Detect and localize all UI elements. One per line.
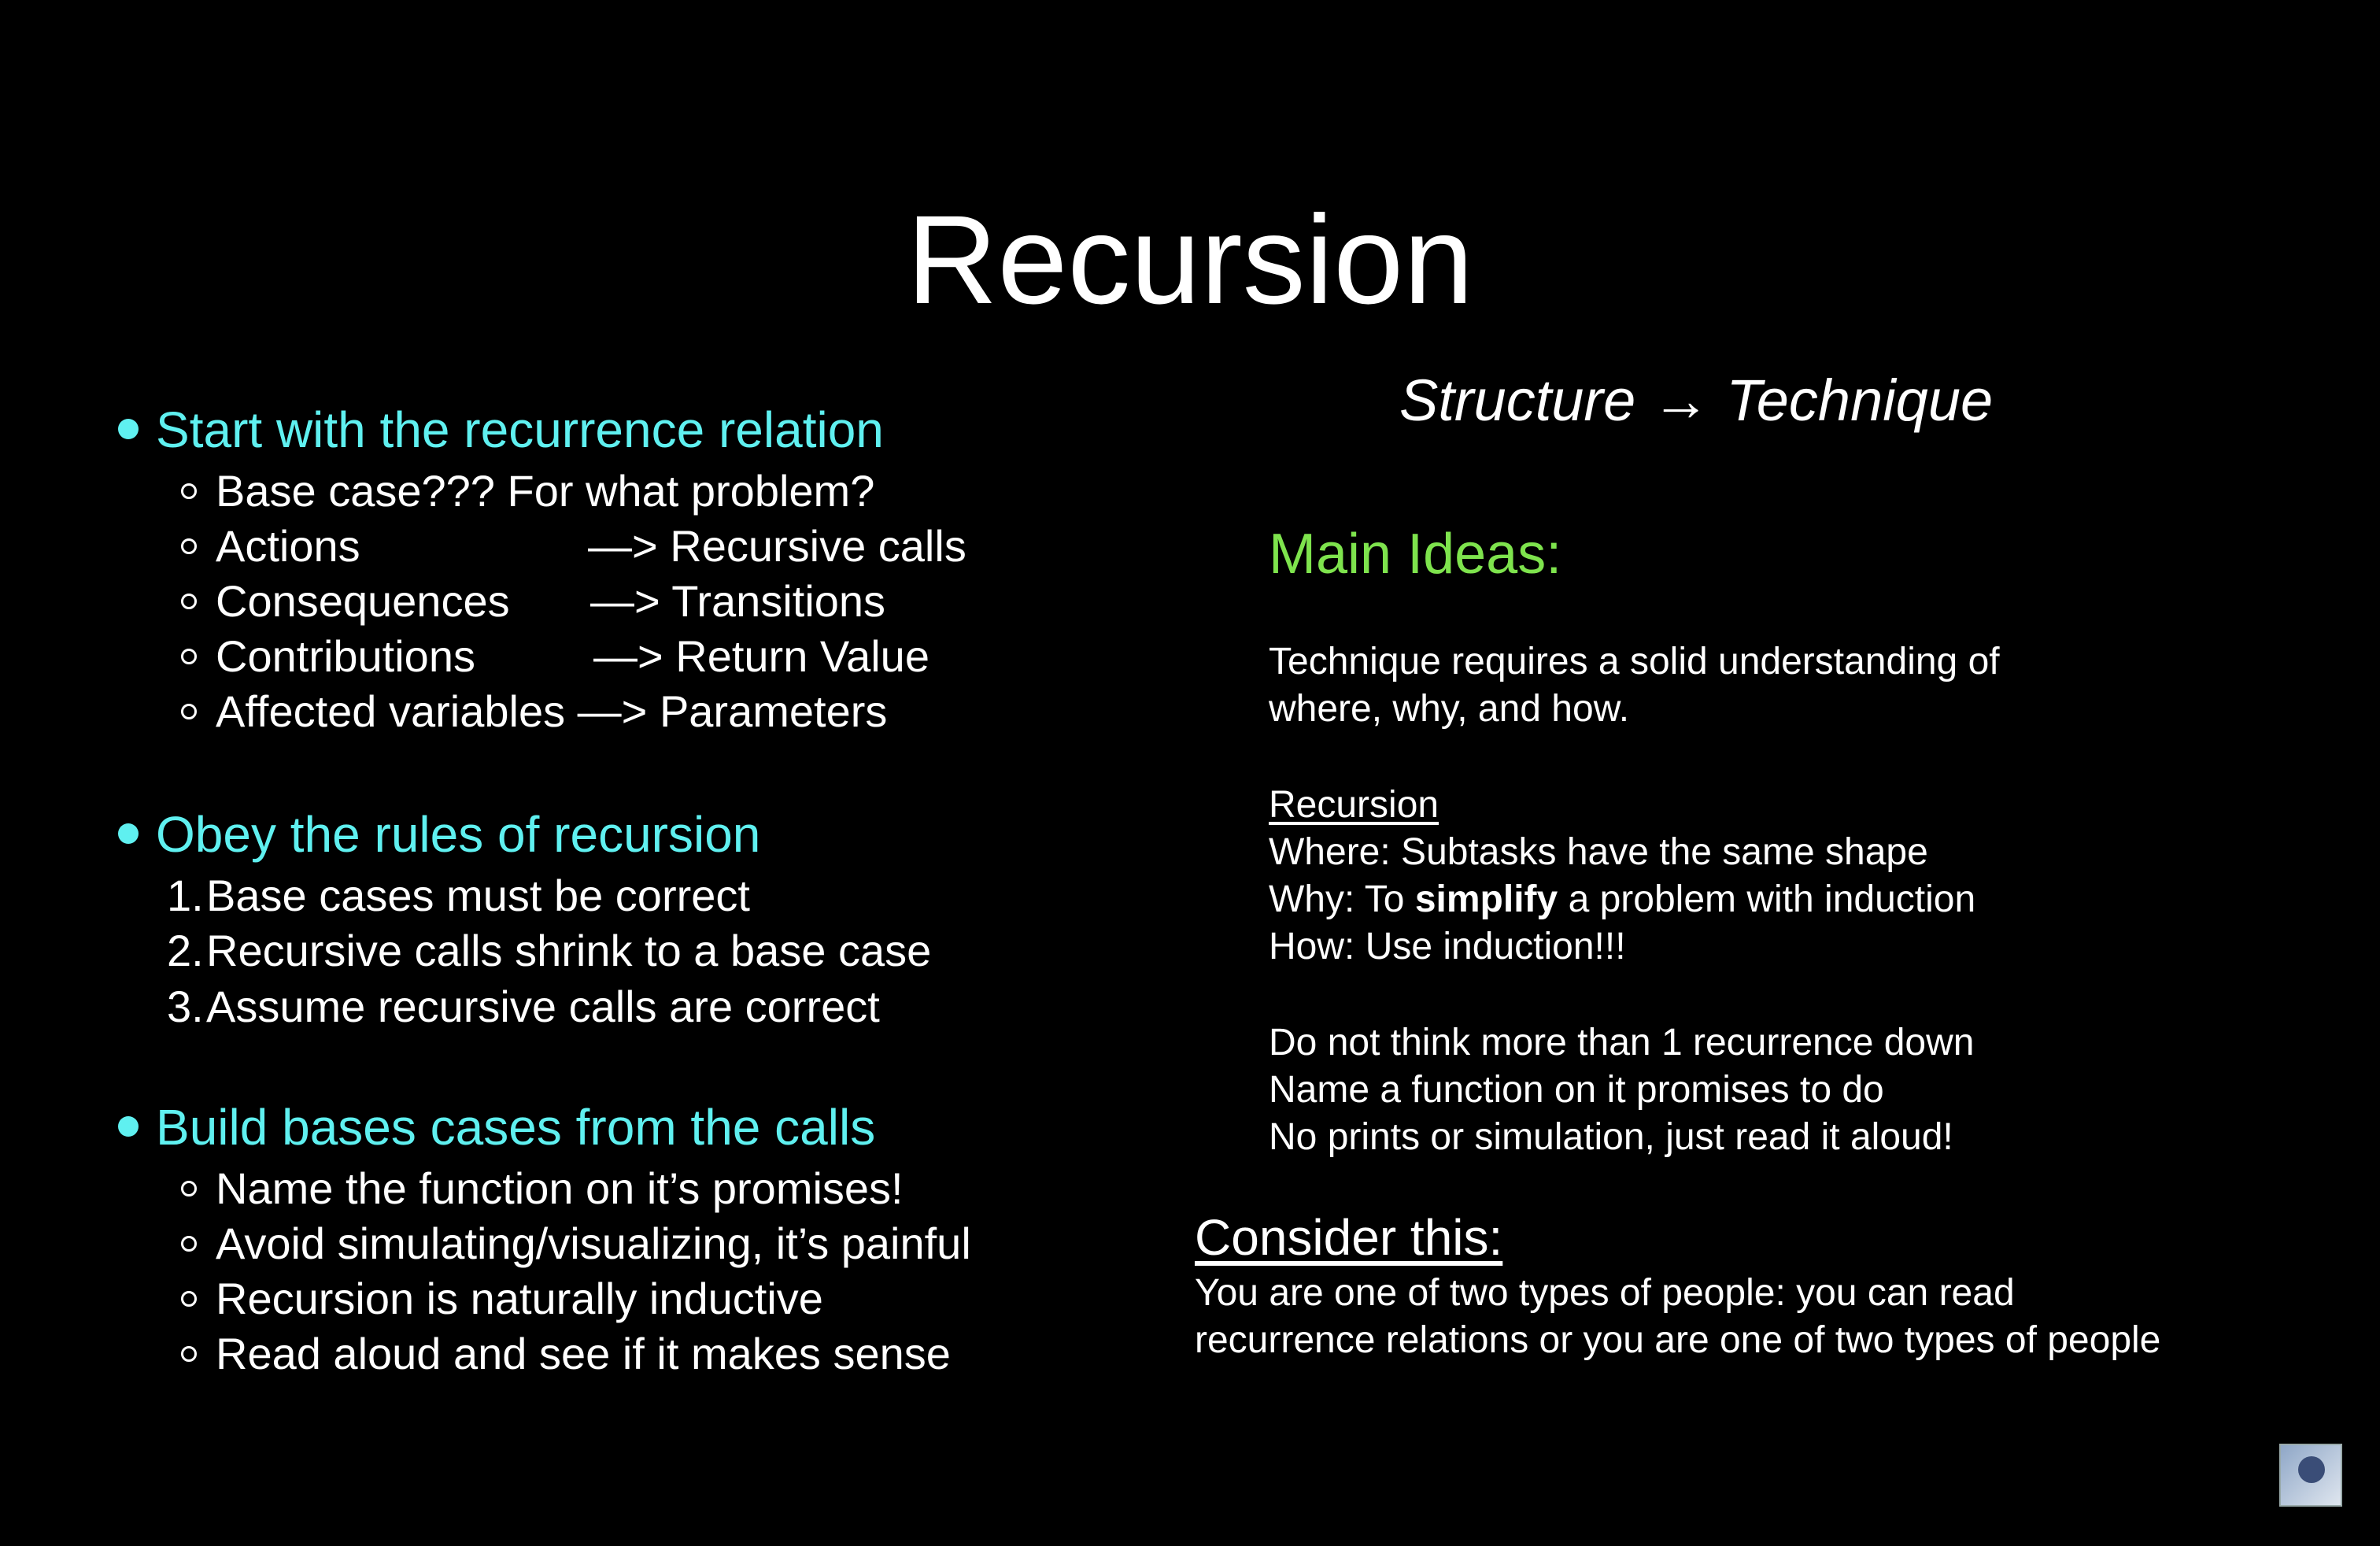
paragraph-line: Name a function on it promises to do [1269, 1069, 1884, 1111]
list-item: Base case??? For what problem? [181, 464, 874, 519]
list-item-text: Actions [216, 521, 360, 571]
list-item-text: Assume recursive calls are correct [206, 982, 880, 1031]
list-item: Consequences —> Transitions [181, 574, 885, 629]
consider-line: recurrence relations or you are one of t… [1195, 1319, 2161, 1361]
list-number: 1. [167, 871, 204, 920]
why-bold: simplify [1414, 878, 1558, 920]
list-number: 3. [167, 982, 204, 1031]
list-item-text: Recursion is naturally inductive [216, 1274, 823, 1323]
list-item-text: Consequences [216, 576, 510, 626]
list-item-text: Base case??? For what problem? [216, 466, 875, 516]
list-item-text: Base cases must be correct [206, 871, 750, 920]
list-item: Affected variables —> Parameters [181, 684, 887, 739]
bullet-dot-icon [118, 823, 139, 845]
consider-heading: Consider this: [1195, 1209, 1503, 1266]
list-item: Avoid simulating/visualizing, it’s painf… [181, 1216, 971, 1271]
where-line: Where: Subtasks have the same shape [1269, 831, 1928, 873]
hollow-bullet-icon [181, 538, 197, 555]
hollow-bullet-icon [181, 1236, 197, 1252]
list-item: Contributions —> Return Value [181, 629, 929, 684]
list-item-text: Avoid simulating/visualizing, it’s painf… [216, 1219, 971, 1268]
why-line: Why: To simplify a problem with inductio… [1269, 876, 1975, 923]
section-heading-1: Start with the recurrence relation [118, 400, 884, 460]
list-number: 2. [167, 926, 204, 975]
section-heading-2-text: Obey the rules of recursion [156, 806, 761, 863]
bullet-dot-icon [118, 419, 139, 440]
list-item-text: Affected variables —> Parameters [216, 686, 888, 736]
paragraph-line: where, why, and how. [1269, 688, 1630, 730]
section-heading-1-text: Start with the recurrence relation [156, 401, 884, 458]
paragraph-line: No prints or simulation, just read it al… [1269, 1116, 1953, 1158]
hollow-bullet-icon [181, 1181, 197, 1197]
why-suffix: a problem with induction [1558, 878, 1976, 920]
list-item: Recursion is naturally inductive [181, 1271, 823, 1326]
list-item-mapping: —> Return Value [593, 631, 929, 681]
how-line: How: Use induction!!! [1269, 926, 1626, 967]
list-item: Name the function on it’s promises! [181, 1161, 904, 1216]
list-item-text: Read aloud and see if it makes sense [216, 1329, 951, 1378]
list-item-mapping: —> Recursive calls [588, 521, 966, 571]
hollow-bullet-icon [181, 594, 197, 610]
main-ideas-heading: Main Ideas: [1269, 523, 1562, 586]
list-item-text: Contributions [216, 631, 475, 681]
list-item-text: Name the function on it’s promises! [216, 1163, 904, 1213]
logo-icon [2279, 1444, 2342, 1507]
list-item: Read aloud and see if it makes sense [181, 1326, 951, 1381]
slide-title: Recursion [906, 189, 1474, 330]
list-item-text: Recursive calls shrink to a base case [206, 926, 932, 975]
logo-emblem [2298, 1456, 2325, 1483]
section-heading-2: Obey the rules of recursion [118, 804, 760, 864]
list-item: Actions —> Recursive calls [181, 519, 966, 574]
hollow-bullet-icon [181, 1291, 197, 1307]
section-heading-3: Build bases cases from the calls [118, 1097, 875, 1157]
list-item: 3.Assume recursive calls are correct [167, 979, 880, 1034]
hollow-bullet-icon [181, 704, 197, 720]
section-heading-3-text: Build bases cases from the calls [156, 1099, 876, 1156]
list-item: 2.Recursive calls shrink to a base case [167, 923, 931, 978]
list-item-mapping: —> Transitions [590, 576, 886, 626]
recursion-subheading: Recursion [1269, 784, 1439, 826]
hollow-bullet-icon [181, 649, 197, 665]
paragraph-line: Do not think more than 1 recurrence down [1269, 1022, 1975, 1063]
paragraph-line: Technique requires a solid understanding… [1269, 641, 2000, 682]
why-prefix: Why: To [1269, 878, 1415, 920]
consider-line: You are one of two types of people: you … [1195, 1272, 2015, 1314]
bullet-dot-icon [118, 1116, 139, 1137]
list-item: 1.Base cases must be correct [167, 868, 750, 923]
hollow-bullet-icon [181, 1346, 197, 1363]
slide-subtitle: Structure → Technique [1399, 368, 1994, 433]
hollow-bullet-icon [181, 483, 197, 500]
